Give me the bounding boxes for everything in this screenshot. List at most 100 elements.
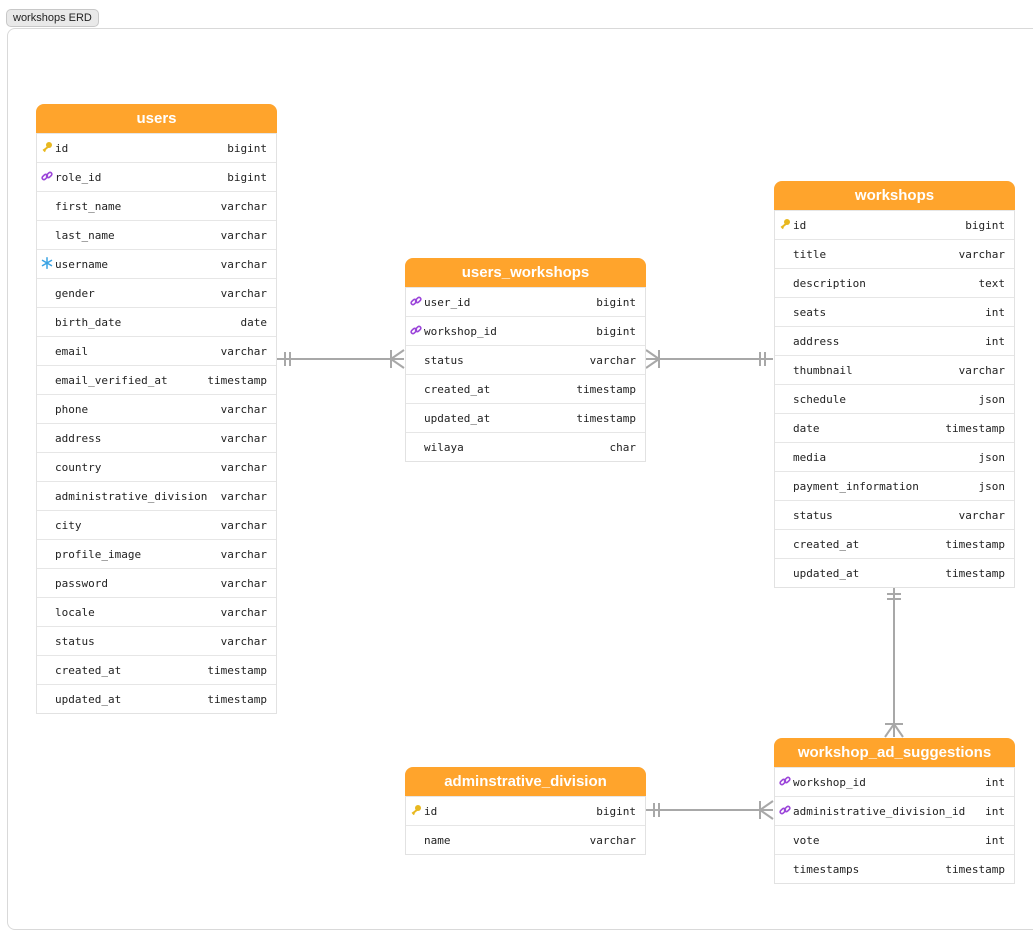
column-name: id: [793, 219, 807, 232]
column-name: status: [424, 354, 464, 367]
table-users-workshops[interactable]: users_workshops user_id bigint workshop_id…: [405, 258, 646, 462]
column-row[interactable]: created_at timestamp: [406, 374, 645, 403]
column-type: timestamp: [945, 422, 1005, 435]
column-type: text: [978, 277, 1006, 290]
column-row[interactable]: workshop_id bigint: [406, 316, 645, 345]
column-row[interactable]: workshop_id int: [775, 767, 1014, 796]
column-row[interactable]: gender varchar: [37, 278, 276, 307]
column-type: timestamp: [945, 567, 1005, 580]
table-workshop-ad-suggestions[interactable]: workshop_ad_suggestions workshop_id int ad…: [774, 738, 1015, 884]
column-row[interactable]: wilaya char: [406, 432, 645, 461]
column-type: timestamp: [207, 664, 267, 677]
column-row[interactable]: media json: [775, 442, 1014, 471]
column-row[interactable]: id bigint: [406, 796, 645, 825]
column-row[interactable]: profile_image varchar: [37, 539, 276, 568]
column-type: json: [978, 451, 1006, 464]
column-row[interactable]: email_verified_at timestamp: [37, 365, 276, 394]
column-row[interactable]: city varchar: [37, 510, 276, 539]
column-row[interactable]: address int: [775, 326, 1014, 355]
column-name: first_name: [55, 200, 122, 213]
column-name: thumbnail: [793, 364, 853, 377]
column-name: status: [793, 509, 833, 522]
column-row[interactable]: country varchar: [37, 452, 276, 481]
column-row[interactable]: timestamps timestamp: [775, 854, 1014, 883]
column-type: varchar: [589, 834, 636, 847]
column-row[interactable]: locale varchar: [37, 597, 276, 626]
column-row[interactable]: schedule json: [775, 384, 1014, 413]
column-name: wilaya: [424, 441, 464, 454]
table-users[interactable]: users id bigint role_id bigint first_name var…: [36, 104, 277, 714]
column-row[interactable]: seats int: [775, 297, 1014, 326]
column-row[interactable]: created_at timestamp: [775, 529, 1014, 558]
relation-division-workshop-ad-suggestions[interactable]: [646, 800, 774, 820]
column-name: password: [55, 577, 108, 590]
column-type: varchar: [220, 490, 267, 503]
table-header[interactable]: users: [36, 104, 277, 133]
column-row[interactable]: title varchar: [775, 239, 1014, 268]
column-name: updated_at: [55, 693, 122, 706]
column-type: varchar: [220, 258, 267, 271]
column-type: varchar: [220, 577, 267, 590]
column-row[interactable]: address varchar: [37, 423, 276, 452]
column-row[interactable]: password varchar: [37, 568, 276, 597]
column-row[interactable]: email varchar: [37, 336, 276, 365]
column-type: timestamp: [576, 383, 636, 396]
column-row[interactable]: username varchar: [37, 249, 276, 278]
column-name: birth_date: [55, 316, 122, 329]
table-header[interactable]: adminstrative_division: [405, 767, 646, 796]
column-row[interactable]: updated_at timestamp: [775, 558, 1014, 587]
key-icon: [41, 141, 53, 153]
column-name: username: [55, 258, 108, 271]
column-name: schedule: [793, 393, 846, 406]
column-row[interactable]: date timestamp: [775, 413, 1014, 442]
table-workshops[interactable]: workshops id bigint title varchar descriptio…: [774, 181, 1015, 588]
column-row[interactable]: name varchar: [406, 825, 645, 854]
column-type: varchar: [220, 519, 267, 532]
column-row[interactable]: status varchar: [775, 500, 1014, 529]
column-row[interactable]: administrative_division_id int: [775, 796, 1014, 825]
column-type: varchar: [220, 403, 267, 416]
column-row[interactable]: updated_at timestamp: [406, 403, 645, 432]
column-name: updated_at: [793, 567, 860, 580]
column-row[interactable]: status varchar: [406, 345, 645, 374]
column-name: id: [55, 142, 69, 155]
column-row[interactable]: last_name varchar: [37, 220, 276, 249]
column-row[interactable]: created_at timestamp: [37, 655, 276, 684]
column-type: timestamp: [207, 693, 267, 706]
column-type: varchar: [220, 432, 267, 445]
column-row[interactable]: vote int: [775, 825, 1014, 854]
column-row[interactable]: description text: [775, 268, 1014, 297]
column-row[interactable]: user_id bigint: [406, 287, 645, 316]
table-header[interactable]: workshop_ad_suggestions: [774, 738, 1015, 767]
column-row[interactable]: thumbnail varchar: [775, 355, 1014, 384]
column-row[interactable]: administrative_division varchar: [37, 481, 276, 510]
relation-users-workshops-workshops[interactable]: [645, 349, 773, 369]
column-name: id: [424, 805, 438, 818]
column-type: varchar: [220, 548, 267, 561]
relation-workshops-workshop-ad-suggestions[interactable]: [884, 585, 904, 738]
column-name: locale: [55, 606, 95, 619]
table-header[interactable]: users_workshops: [405, 258, 646, 287]
column-type: varchar: [220, 461, 267, 474]
column-row[interactable]: first_name varchar: [37, 191, 276, 220]
key-icon: [779, 218, 791, 230]
column-type: varchar: [958, 509, 1005, 522]
column-row[interactable]: phone varchar: [37, 394, 276, 423]
column-type: int: [985, 834, 1005, 847]
column-row[interactable]: birth_date date: [37, 307, 276, 336]
column-row[interactable]: role_id bigint: [37, 162, 276, 191]
column-type: date: [240, 316, 268, 329]
column-row[interactable]: id bigint: [37, 133, 276, 162]
relation-users-users-workshops[interactable]: [277, 349, 405, 369]
column-type: json: [978, 393, 1006, 406]
column-row[interactable]: status varchar: [37, 626, 276, 655]
column-row[interactable]: payment_information json: [775, 471, 1014, 500]
column-row[interactable]: updated_at timestamp: [37, 684, 276, 713]
link-icon: [779, 775, 791, 787]
column-row[interactable]: id bigint: [775, 210, 1014, 239]
table-adminstrative-division[interactable]: adminstrative_division id bigint name varch…: [405, 767, 646, 855]
table-header[interactable]: workshops: [774, 181, 1015, 210]
column-name: country: [55, 461, 102, 474]
column-name: user_id: [424, 296, 471, 309]
column-type: varchar: [220, 635, 267, 648]
